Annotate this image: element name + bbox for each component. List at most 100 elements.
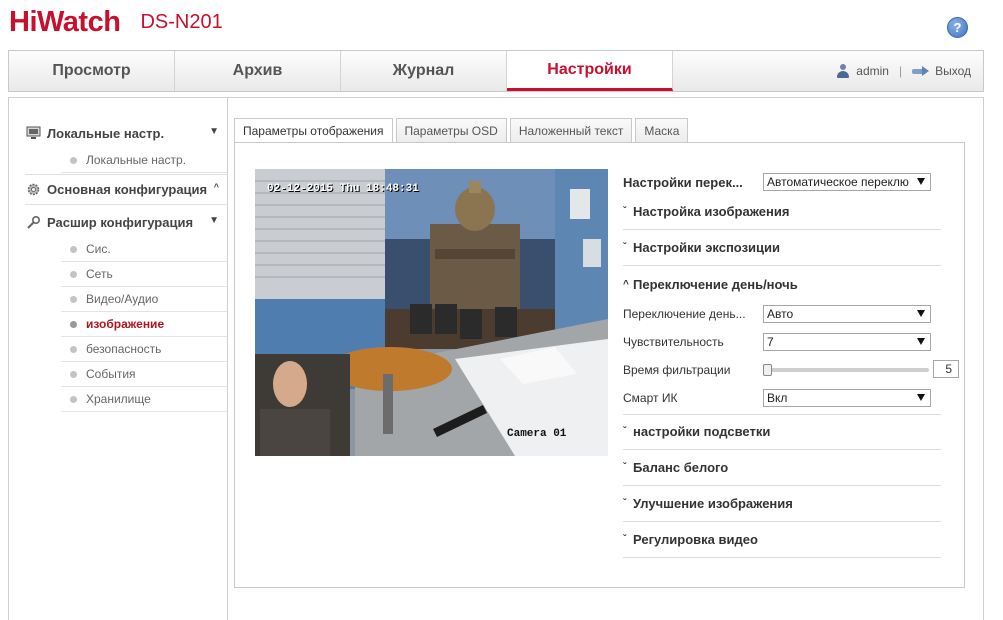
- user-icon: [836, 64, 850, 78]
- section-label: Настройки экспозиции: [633, 240, 780, 255]
- section-video-adjustment[interactable]: ˇ Регулировка видео: [623, 522, 941, 558]
- chevron-up-icon: ^: [623, 278, 629, 290]
- divider: [25, 174, 228, 175]
- chevron-down-icon: ˇ: [623, 426, 627, 437]
- wrench-icon: [25, 214, 41, 230]
- section-label: настройки подсветки: [633, 424, 771, 439]
- filter-time-label: Время фильтрации: [623, 363, 731, 377]
- sensitivity-select[interactable]: 7: [763, 333, 931, 351]
- sidebar-item-security[interactable]: безопасность: [61, 337, 227, 362]
- monitor-icon: [25, 125, 41, 141]
- bullet-icon: [70, 320, 77, 328]
- user-separator: |: [898, 64, 903, 78]
- dropdown-arrow-icon: [917, 338, 925, 345]
- section-backlight[interactable]: ˇ настройки подсветки: [623, 414, 941, 450]
- content-area: Локальные настр. ▼ Локальные настр. Осно…: [8, 97, 984, 620]
- nav-tab-configuration[interactable]: Настройки: [507, 51, 673, 91]
- sidebar-item-network[interactable]: Сеть: [61, 262, 227, 287]
- chevron-down-icon: ˇ: [623, 498, 627, 509]
- sidebar-item-label: Хранилище: [86, 392, 151, 406]
- nav-tab-playback[interactable]: Архив: [175, 51, 341, 91]
- sensitivity-row: Чувствительность 7: [623, 330, 941, 354]
- osd-camera-name: Camera 01: [507, 428, 567, 440]
- section-label: Регулировка видео: [633, 532, 758, 547]
- chevron-down-icon: ˇ: [623, 206, 627, 217]
- section-white-balance[interactable]: ˇ Баланс белого: [623, 450, 941, 486]
- sidebar-item-label: безопасность: [86, 342, 162, 356]
- divider: [25, 204, 228, 205]
- sidebar-item-label: Сис.: [86, 242, 111, 256]
- bullet-icon: [70, 345, 77, 353]
- sidebar-item-storage[interactable]: Хранилище: [61, 387, 227, 412]
- sidebar-item-label: События: [86, 367, 136, 381]
- help-icon[interactable]: ?: [947, 17, 968, 38]
- bullet-icon: [70, 370, 77, 378]
- dropdown-arrow-icon: [917, 178, 925, 185]
- sidebar-group-advanced-config[interactable]: Расшир конфигурация ▼: [25, 209, 225, 235]
- bullet-icon: [70, 245, 77, 253]
- sidebar-item-label: Локальные настр.: [86, 153, 187, 167]
- filter-time-value[interactable]: 5: [933, 360, 959, 378]
- section-image-adjustment[interactable]: ˇ Настройка изображения: [623, 194, 941, 230]
- tab-privacy-mask[interactable]: Маска: [635, 118, 689, 142]
- select-value: 7: [767, 335, 774, 349]
- sidebar-group-local[interactable]: Локальные настр. ▼: [25, 120, 225, 146]
- chevron-down-icon: ▼: [209, 215, 219, 226]
- logout-icon[interactable]: [912, 65, 930, 77]
- sidebar-group-label: Локальные настр.: [47, 125, 165, 141]
- section-image-enhancement[interactable]: ˇ Улучшение изображения: [623, 486, 941, 522]
- section-label: Улучшение изображения: [633, 496, 793, 511]
- sidebar-group-basic-config[interactable]: Основная конфигурация ^: [25, 176, 225, 202]
- sidebar-item-video-audio[interactable]: Видео/Аудио: [61, 287, 227, 312]
- filter-time-slider[interactable]: [763, 364, 929, 376]
- sidebar-item-events[interactable]: События: [61, 362, 227, 387]
- smart-ir-label: Смарт ИК: [623, 391, 678, 405]
- section-exposure[interactable]: ˇ Настройки экспозиции: [623, 230, 941, 266]
- scene-switch-label: Настройки перек...: [623, 174, 743, 190]
- sidebar-group-label: Основная конфигурация: [47, 181, 208, 197]
- smart-ir-row: Смарт ИК Вкл: [623, 386, 941, 410]
- chevron-down-icon: ˇ: [623, 462, 627, 473]
- logout-link[interactable]: Выход: [935, 64, 971, 78]
- sidebar-item-local-config[interactable]: Локальные настр.: [61, 148, 227, 173]
- nav-tab-live-view[interactable]: Просмотр: [9, 51, 175, 91]
- section-label: Переключение день/ночь: [633, 276, 798, 292]
- brand-header: HiWatch DS-N201: [9, 6, 223, 42]
- nav-tab-log[interactable]: Журнал: [341, 51, 507, 91]
- section-day-night[interactable]: ^ Переключение день/ночь: [623, 266, 941, 302]
- slider-thumb[interactable]: [763, 364, 772, 376]
- select-value: Авто: [767, 307, 794, 321]
- sidebar-item-label: изображение: [86, 317, 165, 331]
- sidebar-item-label: Видео/Аудио: [86, 292, 159, 306]
- slider-track: [763, 368, 929, 372]
- bullet-icon: [70, 395, 77, 403]
- hiwatch-logo: HiWatch: [9, 6, 121, 38]
- chevron-down-icon: ˇ: [623, 534, 627, 545]
- dropdown-arrow-icon: [917, 394, 925, 401]
- select-value: Автоматическое переклю: [767, 175, 909, 189]
- device-model: DS-N201: [140, 11, 223, 33]
- sidebar: Локальные настр. ▼ Локальные настр. Осно…: [9, 98, 228, 620]
- tab-text-overlay[interactable]: Наложенный текст: [509, 118, 633, 142]
- sidebar-item-system[interactable]: Сис.: [61, 237, 227, 262]
- tab-osd-settings[interactable]: Параметры OSD: [395, 118, 507, 142]
- bullet-icon: [70, 156, 77, 164]
- chevron-up-icon: ^: [213, 182, 219, 192]
- chevron-down-icon: ▼: [209, 126, 219, 137]
- chevron-down-icon: ˇ: [623, 242, 627, 253]
- section-label: Баланс белого: [633, 460, 729, 475]
- tab-display-settings[interactable]: Параметры отображения: [234, 118, 393, 143]
- bullet-icon: [70, 270, 77, 278]
- sidebar-item-image[interactable]: изображение: [61, 312, 227, 337]
- section-label: Настройка изображения: [633, 204, 790, 219]
- settings-panel: 02-12-2015 Thu 18:48:31 Camera 01 Настро…: [234, 142, 965, 588]
- main-navigation: Просмотр Архив Журнал Настройки admin | …: [8, 50, 984, 92]
- settings-tabs: Параметры отображения Параметры OSD Нало…: [234, 118, 691, 143]
- sidebar-group-label: Расшир конфигурация: [47, 214, 194, 230]
- scene-switch-select[interactable]: Автоматическое переклю: [763, 173, 931, 191]
- smart-ir-select[interactable]: Вкл: [763, 389, 931, 407]
- scene-switch-row: Настройки перек... Автоматическое перекл…: [623, 170, 941, 194]
- dropdown-arrow-icon: [917, 310, 925, 317]
- day-night-switch-select[interactable]: Авто: [763, 305, 931, 323]
- osd-timestamp: 02-12-2015 Thu 18:48:31: [267, 183, 419, 195]
